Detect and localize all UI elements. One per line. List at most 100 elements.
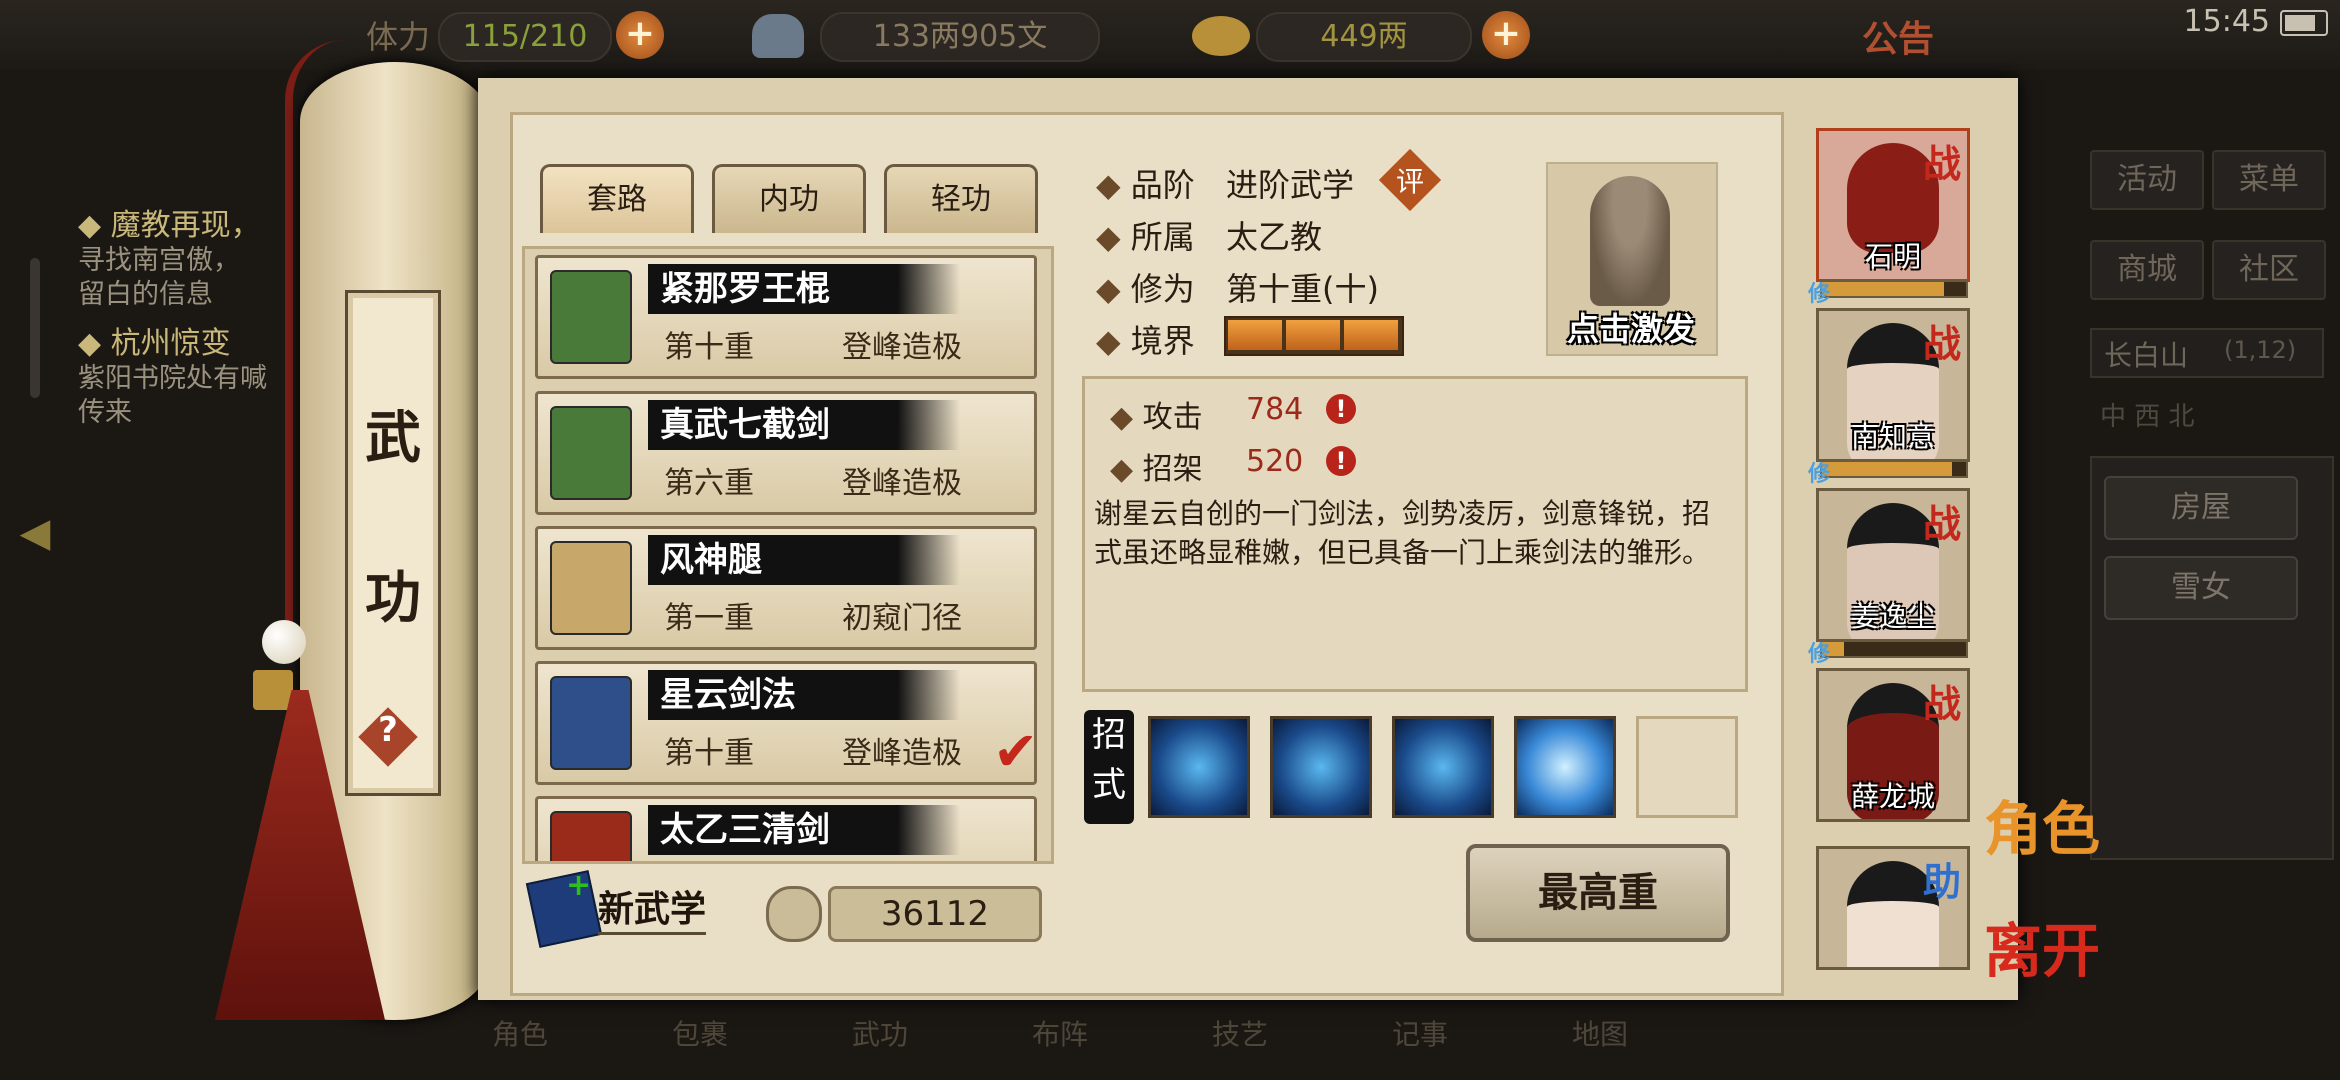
skill-description: 谢星云自创的一门剑法，剑势凌厉，剑意锋锐，招式虽还略显稚嫩，但已具备一门上乘剑法… [1094, 497, 1711, 569]
skill-item[interactable]: 真武七截剑 第六重 登峰造极 [535, 391, 1037, 515]
notice-button[interactable]: 公告 [1862, 10, 1934, 62]
nav-skills[interactable]: 技艺 [1150, 990, 1330, 1080]
max-level-button[interactable]: 最高重 [1466, 844, 1730, 942]
party-name: 姜逸尘 [1850, 600, 1935, 633]
place-item[interactable]: 雪女 [2104, 556, 2298, 620]
add-stamina-button[interactable]: + [616, 11, 664, 59]
party-portrait[interactable]: 战 姜逸尘 [1816, 488, 1970, 642]
tassel-bead [262, 620, 306, 664]
bottom-nav: 角色 包裹 武功 布阵 技艺 记事 地图 [430, 990, 1980, 1080]
party-portrait[interactable]: 战 石明 [1816, 128, 1970, 282]
quest-scrollbar[interactable] [30, 258, 40, 398]
place-item[interactable]: 房屋 [2104, 476, 2298, 540]
realm-segment [1228, 320, 1282, 350]
attack-value: 784 [1246, 392, 1304, 427]
new-skill-button[interactable]: 新武学 [598, 880, 707, 935]
party-xp-bar [1820, 460, 1968, 478]
cultivation-label: 修为 [1130, 270, 1195, 308]
skill-item-selected[interactable]: 星云剑法 第十重 登峰造极 ✔ [535, 661, 1039, 785]
skill-level: 第一重 [664, 601, 754, 636]
monk-statue-icon [1590, 176, 1670, 306]
party-portrait[interactable]: 战 薛龙城 [1816, 668, 1970, 822]
battle-badge: 战 [1922, 502, 1961, 546]
nav-map[interactable]: 地图 [1510, 990, 1690, 1080]
tab-routines[interactable]: 套路 [540, 164, 694, 233]
scroll-title-char: 武 [365, 405, 421, 471]
skill-rank: 初窥门径 [842, 601, 962, 636]
parry-label: ◆ 招架 [1110, 452, 1203, 487]
cultivation-row: ◆ 修为 [1096, 270, 1195, 308]
tab-inner-power[interactable]: 内功 [712, 164, 866, 233]
nav-formation[interactable]: 布阵 [970, 990, 1150, 1080]
clock: 15:45 [2183, 4, 2270, 39]
battle-badge: 战 [1922, 682, 1961, 726]
move-slot-burst-icon[interactable] [1514, 716, 1616, 818]
skill-name: 风神腿 [648, 535, 960, 585]
assist-badge: 助 [1922, 860, 1961, 904]
cultivation-value: 第十重(十) [1226, 270, 1379, 308]
warning-icon[interactable]: ! [1326, 446, 1356, 476]
sect-value: 太乙教 [1226, 218, 1323, 256]
compass: 中 西 北 [2100, 402, 2195, 432]
party-name: 石明 [1864, 240, 1921, 273]
add-gold-button[interactable]: + [1482, 11, 1530, 59]
gold-value: 449两 [1256, 12, 1472, 62]
move-slot-sword-icon[interactable] [1148, 716, 1250, 818]
location-name: 长白山 [2104, 339, 2189, 372]
party-portrait[interactable]: 战 南知意 [1816, 308, 1970, 462]
move-slot-sword-icon[interactable] [1392, 716, 1494, 818]
nav-martial[interactable]: 武功 [790, 990, 970, 1080]
sect-row: ◆ 所属 [1096, 218, 1195, 256]
tab-lightness[interactable]: 轻功 [884, 164, 1038, 233]
statue-label[interactable]: 点击激发 [1556, 304, 1706, 350]
skill-name: 太乙三清剑 [648, 805, 960, 855]
location-bar: 长白山 (1,12) [2090, 328, 2324, 378]
move-slot-empty[interactable] [1636, 716, 1738, 818]
collapse-arrow-icon[interactable]: ◀ [0, 510, 70, 570]
move-slot-wave-icon[interactable] [1270, 716, 1372, 818]
scroll-title-char: 功 [365, 565, 421, 631]
realm-bar [1224, 316, 1404, 356]
help-mark[interactable]: ? [367, 710, 409, 760]
skill-rank: 登峰造极 [842, 330, 962, 365]
skill-list[interactable]: 紧那罗王棍 第十重 登峰造极 真武七截剑 第六重 登峰造极 风神腿 第一重 初窥… [522, 246, 1054, 864]
battle-badge: 战 [1922, 142, 1961, 186]
skill-level: 第六重 [664, 466, 754, 501]
menu-button[interactable]: 菜单 [2212, 150, 2326, 210]
grade-label: 品阶 [1130, 166, 1195, 204]
leave-button[interactable]: 离开 [1984, 904, 2100, 988]
warning-icon[interactable]: ! [1326, 394, 1356, 424]
party-name: 薛龙城 [1850, 780, 1935, 813]
money-value: 133两905文 [820, 12, 1100, 62]
plus-icon: + [566, 868, 592, 903]
cultivation-mark: 修 [1808, 462, 1831, 487]
role-button[interactable]: 角色 [1984, 782, 2100, 866]
skill-item[interactable]: 风神腿 第一重 初窥门径 [535, 526, 1037, 650]
party-xp-bar [1820, 280, 1968, 298]
gold-icon [1192, 16, 1250, 56]
realm-segment [1286, 320, 1340, 350]
community-button[interactable]: 社区 [2212, 240, 2326, 300]
skill-points-value: 36112 [828, 886, 1042, 942]
grade-row: ◆ 品阶 [1096, 166, 1195, 204]
shop-button[interactable]: 商城 [2090, 240, 2204, 300]
activity-button[interactable]: 活动 [2090, 150, 2204, 210]
book-icon [550, 811, 632, 861]
skill-item[interactable]: 太乙三清剑 [535, 796, 1037, 861]
rating-badge-text[interactable]: 评 [1388, 160, 1432, 200]
skill-rank: 登峰造极 [842, 466, 962, 501]
skill-item[interactable]: 紧那罗王棍 第十重 登峰造极 [535, 255, 1037, 379]
nav-bag[interactable]: 包裹 [610, 990, 790, 1080]
party-portrait[interactable]: 助 [1816, 846, 1970, 970]
check-icon: ✔ [993, 720, 1039, 783]
skill-name: 真武七截剑 [648, 400, 960, 450]
grade-value: 进阶武学 [1226, 166, 1355, 204]
nav-journal[interactable]: 记事 [1330, 990, 1510, 1080]
book-icon [550, 406, 632, 500]
tassel-knot [253, 670, 293, 710]
location-coords: (1,12) [2224, 336, 2297, 364]
party-xp-bar [1820, 640, 1968, 658]
realm-segment [1344, 320, 1398, 350]
scroll-book-icon [550, 541, 632, 635]
cultivation-mark: 修 [1808, 282, 1831, 307]
